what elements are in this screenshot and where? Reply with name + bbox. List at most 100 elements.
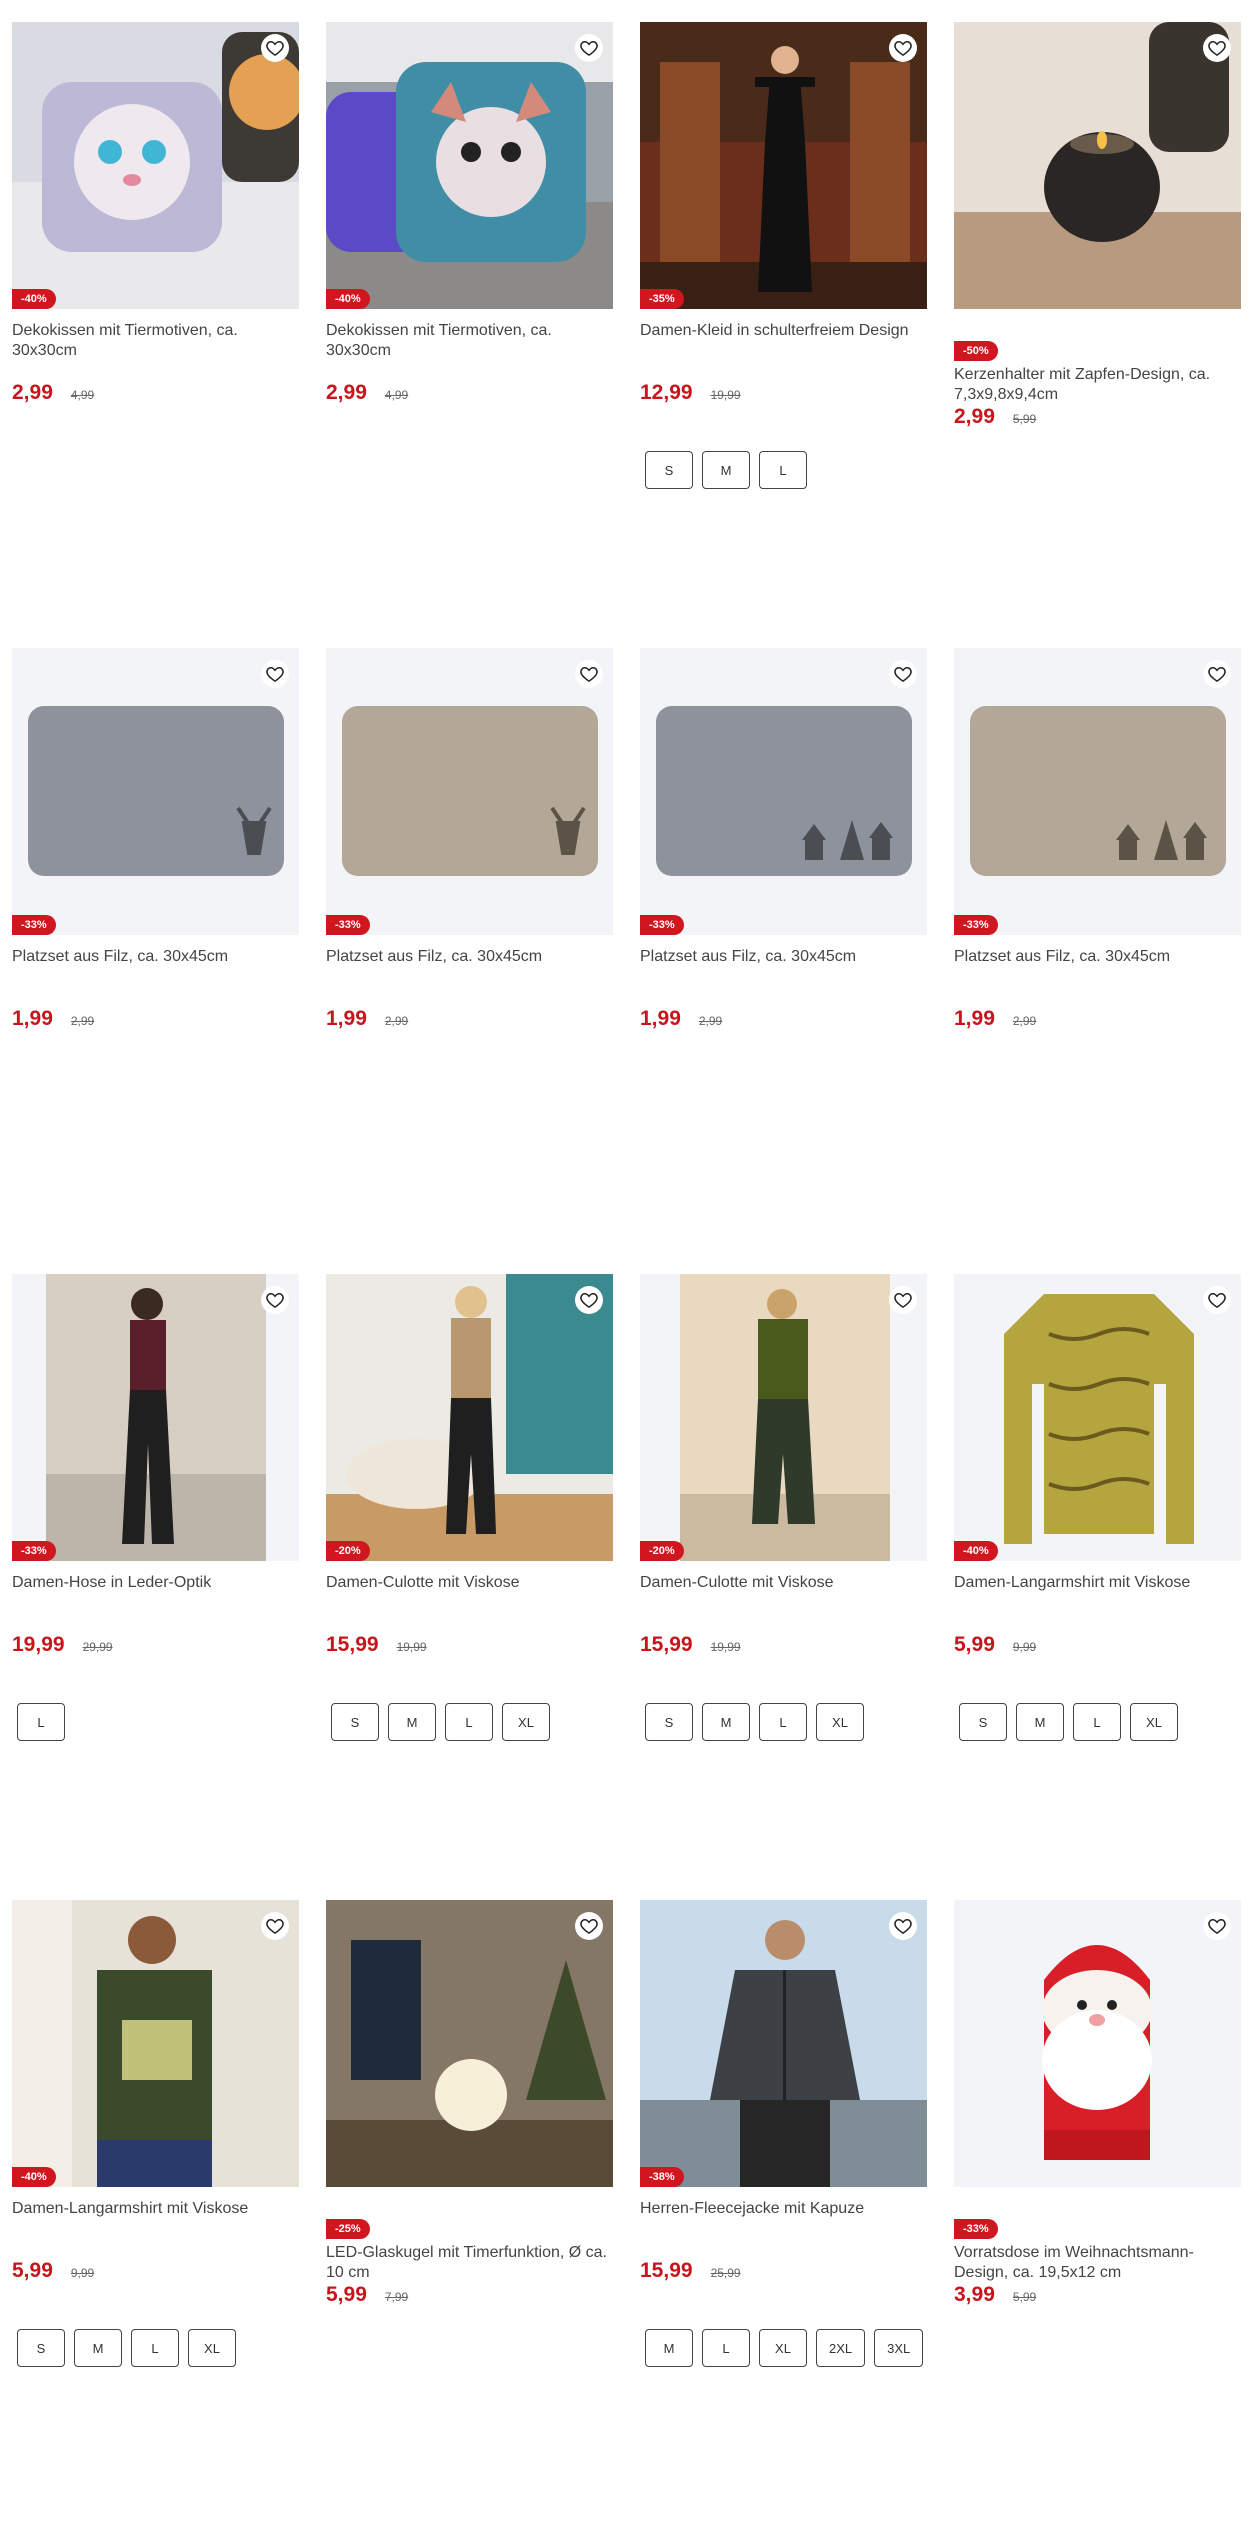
size-option-l[interactable]: L (17, 1703, 65, 1741)
product-card[interactable]: -33% Platzset aus Filz, ca. 30x45cm 1,99… (326, 648, 613, 1274)
heart-icon[interactable] (575, 660, 603, 688)
heart-icon[interactable] (575, 1286, 603, 1314)
product-image[interactable]: -38% (640, 1900, 927, 2187)
product-image[interactable]: -35% (640, 22, 927, 309)
product-image[interactable]: -40% (326, 22, 613, 309)
original-price: 2,99 (70, 1014, 95, 1028)
product-card[interactable]: -25% LED-Glaskugel mit Timerfunktion, Ø … (326, 1900, 613, 2526)
product-card[interactable]: -40% Damen-Langarmshirt mit Viskose 5,99… (12, 1900, 299, 2526)
heart-icon[interactable] (1203, 1286, 1231, 1314)
product-title[interactable]: Damen-Culotte mit Viskose (326, 1573, 613, 1613)
size-option-xl[interactable]: XL (188, 2329, 236, 2367)
heart-icon[interactable] (889, 1286, 917, 1314)
product-card[interactable]: -40% Damen-Langarmshirt mit Viskose 5,99… (954, 1274, 1241, 1900)
product-title[interactable]: Dekokissen mit Tiermotiven, ca. 30x30cm (326, 321, 613, 361)
size-option-xl[interactable]: XL (759, 2329, 807, 2367)
size-option-m[interactable]: M (74, 2329, 122, 2367)
product-card[interactable]: -20% Damen-Culotte mit Viskose 15,99 19,… (640, 1274, 927, 1900)
heart-icon[interactable] (889, 34, 917, 62)
heart-icon[interactable] (889, 1912, 917, 1940)
price-row: 1,99 2,99 (12, 1007, 299, 1031)
size-option-l[interactable]: L (1073, 1703, 1121, 1741)
product-title[interactable]: Platzset aus Filz, ca. 30x45cm (640, 947, 927, 987)
size-option-m[interactable]: M (388, 1703, 436, 1741)
size-option-s[interactable]: S (959, 1703, 1007, 1741)
size-option-xl[interactable]: XL (816, 1703, 864, 1741)
product-image[interactable]: -20% (326, 1274, 613, 1561)
heart-icon[interactable] (1203, 1912, 1231, 1940)
product-title[interactable]: Damen-Hose in Leder-Optik (12, 1573, 299, 1613)
size-option-m[interactable]: M (1016, 1703, 1064, 1741)
product-title[interactable]: Vorratsdose im Weihnachtsmann-Design, ca… (954, 2243, 1241, 2283)
size-option-s[interactable]: S (645, 1703, 693, 1741)
discount-badge: -33% (954, 915, 998, 935)
heart-icon[interactable] (261, 660, 289, 688)
price-row: 5,99 9,99 (954, 1633, 1241, 1657)
discount-badge: -20% (640, 1541, 684, 1561)
heart-icon[interactable] (1203, 34, 1231, 62)
product-card[interactable]: -33% Platzset aus Filz, ca. 30x45cm 1,99… (12, 648, 299, 1274)
product-title[interactable]: Damen-Culotte mit Viskose (640, 1573, 927, 1613)
product-image[interactable]: -33% (326, 648, 613, 935)
size-option-l[interactable]: L (702, 2329, 750, 2367)
product-title[interactable]: Damen-Langarmshirt mit Viskose (954, 1573, 1241, 1613)
product-image[interactable] (954, 1900, 1241, 2187)
size-option-l[interactable]: L (759, 1703, 807, 1741)
heart-icon[interactable] (889, 660, 917, 688)
product-title[interactable]: Kerzenhalter mit Zapfen-Design, ca. 7,3x… (954, 365, 1241, 405)
size-option-s[interactable]: S (645, 451, 693, 489)
product-card[interactable]: -33% Vorratsdose im Weihnachtsmann-Desig… (954, 1900, 1241, 2526)
product-card[interactable]: -20% Damen-Culotte mit Viskose 15,99 19,… (326, 1274, 613, 1900)
size-option-xl[interactable]: XL (502, 1703, 550, 1741)
product-image[interactable]: -40% (12, 1900, 299, 2187)
product-title[interactable]: LED-Glaskugel mit Timerfunktion, Ø ca. 1… (326, 2243, 613, 2283)
product-card[interactable]: -40% Dekokissen mit Tiermotiven, ca. 30x… (326, 22, 613, 648)
size-options: S M L XL (640, 1703, 927, 1741)
size-option-s[interactable]: S (331, 1703, 379, 1741)
product-card[interactable]: -40% Dekokissen mit Tiermotiven, ca. 30x… (12, 22, 299, 648)
size-option-3xl[interactable]: 3XL (874, 2329, 924, 2367)
size-option-l[interactable]: L (131, 2329, 179, 2367)
product-image[interactable] (326, 1900, 613, 2187)
culotte-olive-illustration (640, 1274, 927, 1561)
size-option-xl[interactable]: XL (1130, 1703, 1178, 1741)
size-option-2xl[interactable]: 2XL (816, 2329, 866, 2367)
size-option-l[interactable]: L (445, 1703, 493, 1741)
product-title[interactable]: Damen-Langarmshirt mit Viskose (12, 2199, 299, 2239)
size-options: SML (640, 451, 927, 489)
current-price: 1,99 (12, 1007, 53, 1030)
product-image[interactable]: -33% (640, 648, 927, 935)
size-option-m[interactable]: M (645, 2329, 693, 2367)
product-title[interactable]: Platzset aus Filz, ca. 30x45cm (954, 947, 1241, 987)
product-title[interactable]: Platzset aus Filz, ca. 30x45cm (12, 947, 299, 987)
heart-icon[interactable] (261, 1912, 289, 1940)
product-image[interactable] (954, 22, 1241, 309)
heart-icon[interactable] (261, 34, 289, 62)
product-card[interactable]: -33% Platzset aus Filz, ca. 30x45cm 1,99… (640, 648, 927, 1274)
product-card[interactable]: -35% Damen-Kleid in schulterfreiem Desig… (640, 22, 927, 648)
product-image[interactable]: -20% (640, 1274, 927, 1561)
discount-badge: -25% (326, 2219, 370, 2239)
heart-icon[interactable] (575, 1912, 603, 1940)
size-option-s[interactable]: S (17, 2329, 65, 2367)
product-image[interactable]: -40% (954, 1274, 1241, 1561)
product-image[interactable]: -33% (954, 648, 1241, 935)
product-card[interactable]: -38% Herren-Fleecejacke mit Kapuze 15,99… (640, 1900, 927, 2526)
product-title[interactable]: Dekokissen mit Tiermotiven, ca. 30x30cm (12, 321, 299, 361)
product-image[interactable]: -33% (12, 1274, 299, 1561)
product-image[interactable]: -33% (12, 648, 299, 935)
product-card[interactable]: -33% Damen-Hose in Leder-Optik 19,99 29,… (12, 1274, 299, 1900)
product-image[interactable]: -40% (12, 22, 299, 309)
size-option-m[interactable]: M (702, 1703, 750, 1741)
heart-icon[interactable] (575, 34, 603, 62)
product-card[interactable]: -50% Kerzenhalter mit Zapfen-Design, ca.… (954, 22, 1241, 648)
product-title[interactable]: Damen-Kleid in schulterfreiem Design (640, 321, 927, 361)
candle-holder-illustration (954, 22, 1241, 309)
size-option-m[interactable]: M (702, 451, 750, 489)
product-title[interactable]: Platzset aus Filz, ca. 30x45cm (326, 947, 613, 987)
heart-icon[interactable] (1203, 660, 1231, 688)
product-title[interactable]: Herren-Fleecejacke mit Kapuze (640, 2199, 927, 2239)
size-option-l[interactable]: L (759, 451, 807, 489)
heart-icon[interactable] (261, 1286, 289, 1314)
product-card[interactable]: -33% Platzset aus Filz, ca. 30x45cm 1,99… (954, 648, 1241, 1274)
